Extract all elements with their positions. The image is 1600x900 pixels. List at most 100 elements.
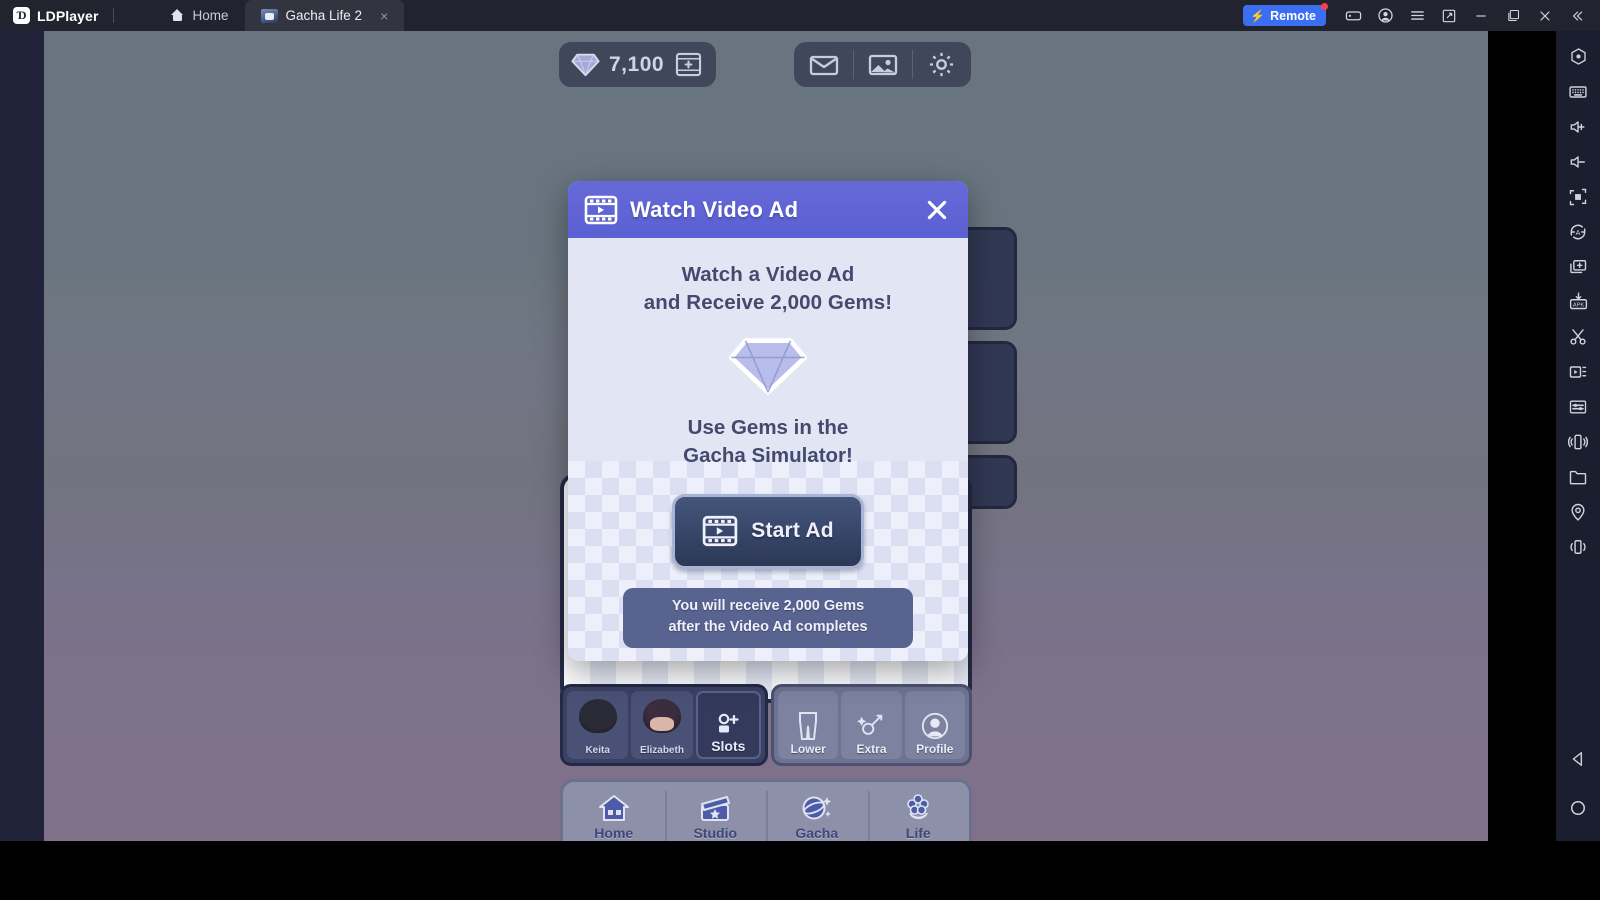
pants-icon bbox=[799, 712, 818, 740]
mail-icon[interactable] bbox=[794, 42, 853, 87]
brand-divider bbox=[112, 8, 114, 23]
avatar bbox=[642, 699, 681, 733]
multi-instance-icon[interactable] bbox=[1560, 249, 1596, 284]
tool-sidebar: A APK bbox=[1556, 31, 1600, 900]
shake-icon[interactable] bbox=[1560, 424, 1596, 459]
nav-life-label: Life bbox=[905, 824, 931, 841]
window-controls: ⚡ Remote bbox=[1243, 2, 1600, 29]
virtual-device-icon[interactable] bbox=[1560, 529, 1596, 564]
nav-home[interactable]: Home bbox=[563, 782, 665, 841]
nav-studio[interactable]: Studio bbox=[664, 782, 767, 841]
ldplayer-window: Ɗ LDPlayer Home Gacha Life 2 × ⚡ Remote bbox=[0, 0, 1600, 900]
gem-counter[interactable]: 7,100 bbox=[559, 42, 717, 87]
volume-down-icon[interactable] bbox=[1560, 144, 1596, 179]
nav-gacha-label: Gacha bbox=[795, 824, 839, 841]
ad-note-line2: after the Video Ad completes bbox=[668, 618, 868, 635]
nav-studio-label: Studio bbox=[693, 824, 738, 841]
bottom-black-bar bbox=[0, 841, 1600, 900]
add-slots-label: Slots bbox=[711, 738, 746, 754]
clapperboard-icon bbox=[701, 795, 731, 821]
settings-gear-icon[interactable] bbox=[912, 42, 971, 87]
add-slots-button[interactable]: Slots bbox=[695, 691, 761, 759]
start-ad-label: Start Ad bbox=[751, 519, 834, 543]
orb-star-icon bbox=[802, 796, 832, 819]
scissors-icon[interactable] bbox=[1560, 319, 1596, 354]
android-home-icon[interactable] bbox=[1560, 790, 1596, 825]
remote-button-label: Remote bbox=[1270, 8, 1316, 23]
screenshot-icon[interactable] bbox=[1560, 179, 1596, 214]
volume-up-icon[interactable] bbox=[1560, 109, 1596, 144]
file-manager-icon[interactable] bbox=[1560, 459, 1596, 494]
dialog-body: Watch a Video Ad and Receive 2,000 Gems!… bbox=[568, 238, 968, 661]
game-icon bbox=[260, 8, 278, 23]
tab-close-icon[interactable]: × bbox=[380, 9, 388, 23]
dialog-close-button[interactable] bbox=[920, 193, 954, 227]
tab-gacha-life-2-label: Gacha Life 2 bbox=[285, 8, 363, 23]
fullscreen-icon[interactable] bbox=[1434, 2, 1464, 29]
start-ad-button[interactable]: Start Ad bbox=[672, 493, 864, 569]
ad-reward-note: You will receive 2,000 Gems after the Vi… bbox=[623, 587, 913, 648]
menu-icon[interactable] bbox=[1402, 2, 1432, 29]
maximize-icon[interactable] bbox=[1498, 2, 1528, 29]
bottom-navigation: Home Studio Gacha Life bbox=[560, 779, 972, 841]
avatar bbox=[578, 699, 617, 733]
collapse-icon[interactable] bbox=[1562, 2, 1592, 29]
dialog-subline-line1: Use Gems in the bbox=[687, 416, 849, 440]
record-macro-icon[interactable] bbox=[1560, 39, 1596, 74]
house-icon bbox=[598, 794, 629, 821]
equip-slot-label: Extra bbox=[856, 742, 887, 756]
character-slot[interactable]: Elizabeth bbox=[631, 691, 693, 759]
tab-gacha-life-2[interactable]: Gacha Life 2 × bbox=[244, 0, 405, 31]
keyboard-icon[interactable] bbox=[1560, 74, 1596, 109]
character-slot[interactable]: Keita bbox=[567, 691, 629, 759]
svg-text:APK: APK bbox=[1572, 303, 1583, 309]
video-record-icon[interactable] bbox=[1560, 354, 1596, 389]
add-character-icon bbox=[719, 713, 739, 733]
equip-slot-label: Lower bbox=[790, 742, 826, 756]
notification-badge bbox=[1321, 3, 1328, 10]
nav-home-label: Home bbox=[594, 824, 634, 841]
tab-strip: Home Gacha Life 2 × bbox=[154, 0, 405, 31]
equip-slot-extra[interactable]: Extra bbox=[841, 691, 902, 759]
ad-note-line1: You will receive 2,000 Gems bbox=[671, 597, 865, 614]
remote-button[interactable]: ⚡ Remote bbox=[1243, 3, 1328, 26]
location-icon[interactable] bbox=[1560, 494, 1596, 529]
svg-text:A: A bbox=[1576, 228, 1581, 236]
install-apk-icon[interactable]: APK bbox=[1560, 284, 1596, 319]
minimize-icon[interactable] bbox=[1466, 2, 1496, 29]
gem-count-value: 7,100 bbox=[609, 52, 665, 76]
watch-video-ad-dialog: Watch Video Ad Watch a Video Ad and Rece… bbox=[568, 181, 968, 661]
character-slot-label: Elizabeth bbox=[640, 745, 684, 756]
dialog-subline-line2: Gacha Simulator! bbox=[683, 444, 853, 468]
accessory-icon bbox=[857, 714, 883, 735]
operation-settings-icon[interactable] bbox=[1560, 389, 1596, 424]
flower-icon bbox=[907, 793, 930, 819]
film-icon bbox=[584, 195, 618, 224]
tab-home-label: Home bbox=[192, 8, 229, 23]
gem-icon bbox=[729, 338, 807, 395]
android-screen: 7,100 Keita Elizabeth Slots Lower Extra … bbox=[44, 31, 1488, 841]
equip-slot-profile[interactable]: Profile bbox=[904, 691, 965, 759]
account-icon[interactable] bbox=[1370, 2, 1400, 29]
brand-name: LDPlayer bbox=[37, 7, 99, 24]
gem-icon bbox=[571, 53, 600, 77]
nav-life[interactable]: Life bbox=[867, 782, 970, 841]
tab-home[interactable]: Home bbox=[154, 0, 245, 31]
character-slot-row: Keita Elizabeth Slots bbox=[560, 684, 768, 766]
video-plus-icon[interactable] bbox=[675, 52, 702, 77]
android-back-icon[interactable] bbox=[1560, 741, 1596, 776]
nav-gacha[interactable]: Gacha bbox=[766, 782, 868, 841]
left-rail bbox=[0, 31, 44, 841]
auto-rotate-icon[interactable]: A bbox=[1560, 214, 1596, 249]
emulator-stage: 7,100 Keita Elizabeth Slots Lower Extra … bbox=[0, 31, 1600, 900]
dialog-headline-line2: and Receive 2,000 Gems! bbox=[643, 290, 893, 314]
equip-slot-lower[interactable]: Lower bbox=[778, 691, 839, 759]
gamepad-icon[interactable] bbox=[1338, 2, 1368, 29]
dialog-header: Watch Video Ad bbox=[568, 181, 968, 238]
hud-button-group bbox=[794, 42, 971, 87]
dialog-headline-line1: Watch a Video Ad bbox=[681, 263, 855, 286]
bolt-icon: ⚡ bbox=[1250, 8, 1266, 23]
home-icon bbox=[170, 9, 185, 22]
gallery-icon[interactable] bbox=[853, 42, 912, 87]
close-icon[interactable] bbox=[1530, 2, 1560, 29]
